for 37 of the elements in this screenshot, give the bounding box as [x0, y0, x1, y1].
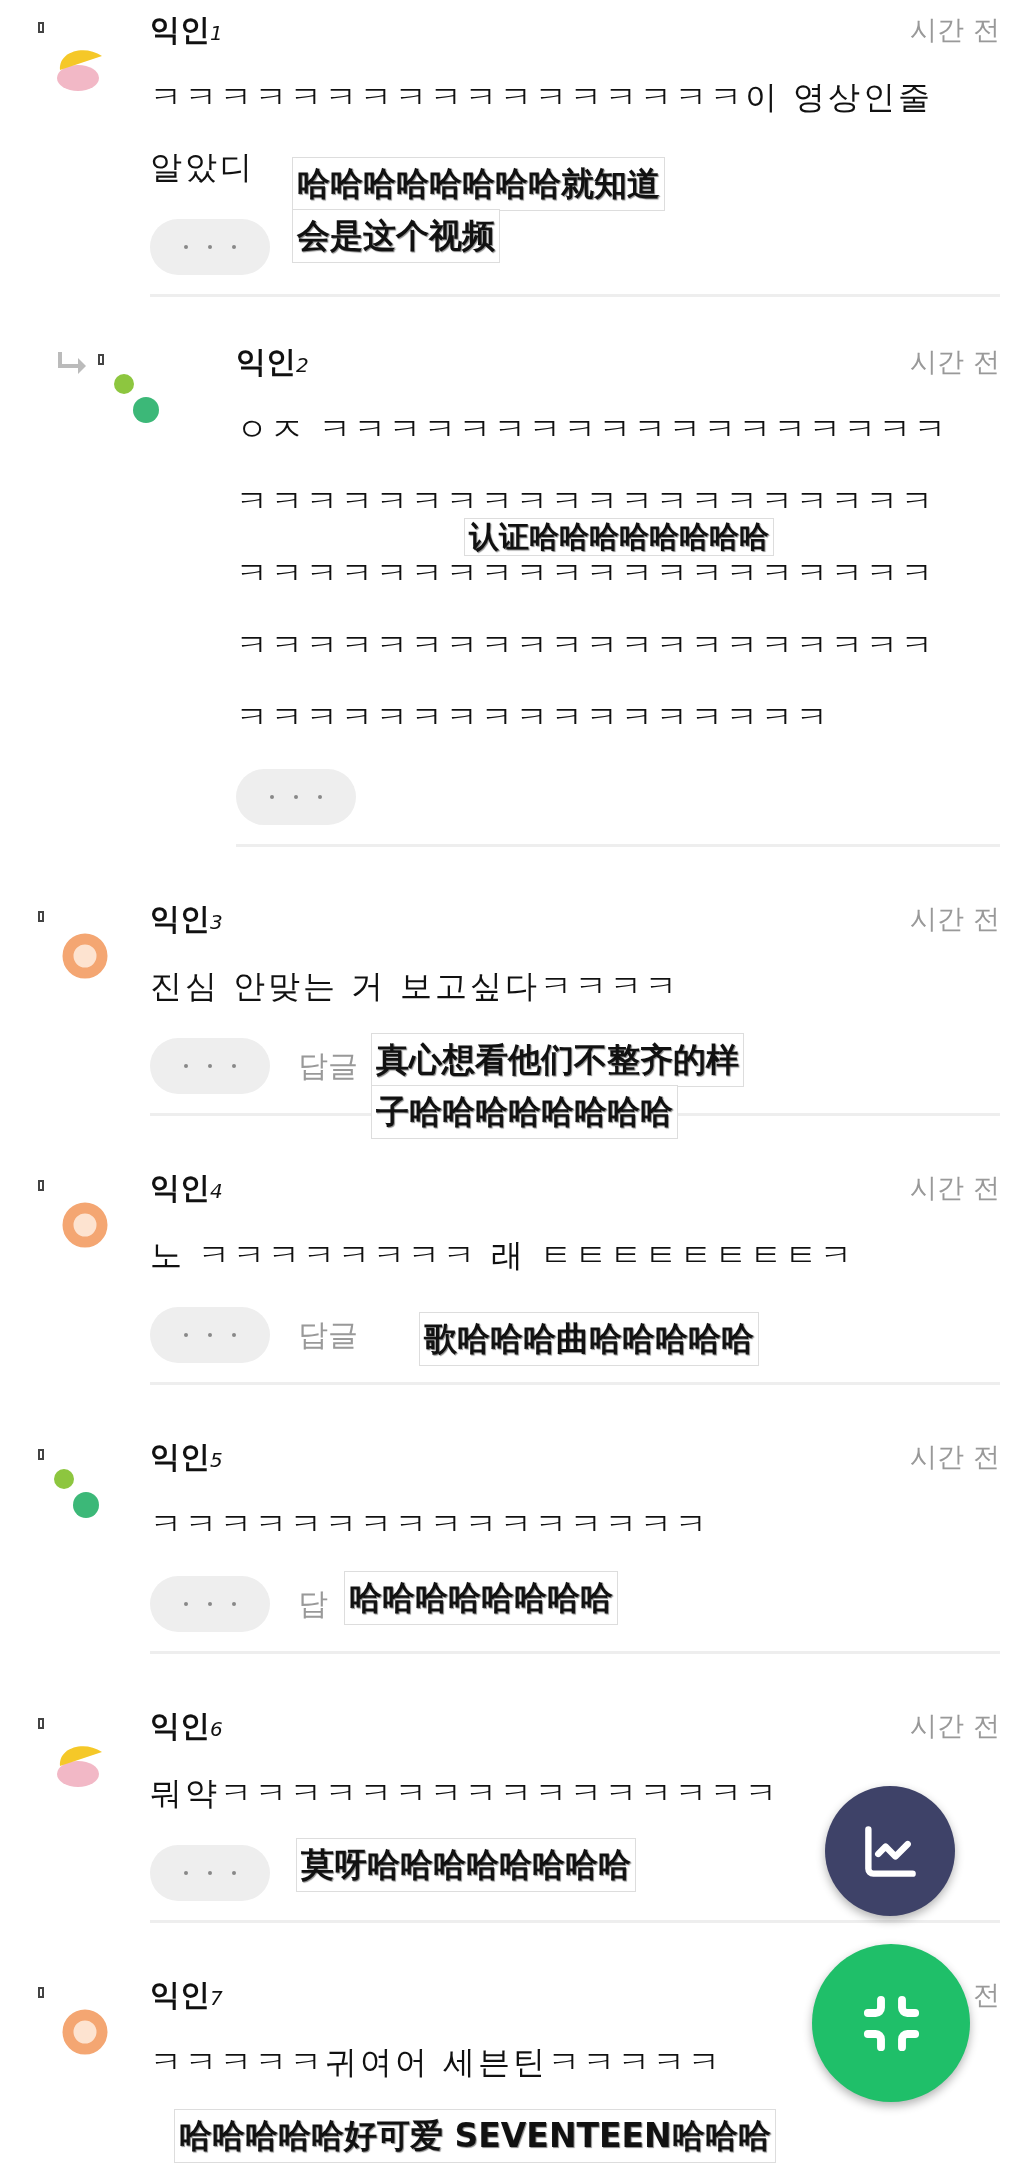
timestamp: 시간 전 — [910, 1440, 1000, 1474]
more-button[interactable] — [236, 769, 356, 825]
comment-text: ㅋㅋㅋㅋㅋㅋㅋㅋㅋㅋㅋㅋㅋㅋㅋㅋㅋㅋㅋㅋ — [236, 555, 936, 591]
comment-text: ㅋㅋㅋㅋㅋ귀여어 세븐틴ㅋㅋㅋㅋㅋ — [150, 2044, 724, 2080]
timestamp: 시간 전 — [910, 902, 1000, 936]
comment-text: ㅋㅋㅋㅋㅋㅋㅋㅋㅋㅋㅋㅋㅋㅋㅋㅋㅋㅋㅋㅋ — [236, 483, 936, 519]
reply-link[interactable]: 답글 — [298, 1314, 358, 1356]
more-button[interactable] — [150, 1307, 270, 1363]
timestamp: 시간 전 — [910, 1171, 1000, 1205]
comment-text: ㅋㅋㅋㅋㅋㅋㅋㅋㅋㅋㅋㅋㅋㅋㅋㅋㅋ — [236, 699, 831, 735]
more-button[interactable] — [150, 1576, 270, 1632]
comment-text: 뭐약ㅋㅋㅋㅋㅋㅋㅋㅋㅋㅋㅋㅋㅋㅋㅋㅋ — [150, 1775, 780, 1811]
more-button[interactable] — [150, 219, 270, 275]
marker-icon — [38, 1449, 44, 1460]
marker-icon — [38, 1987, 44, 1998]
marker-icon — [38, 911, 44, 922]
more-button[interactable] — [150, 1845, 270, 1901]
comment-text: 노 ㅋㅋㅋㅋㅋㅋㅋㅋ 래 ㅌㅌㅌㅌㅌㅌㅌㅌㅋ — [150, 1237, 855, 1273]
comment-text: 알았디 — [150, 149, 255, 185]
reply-link[interactable]: 답글 — [298, 1045, 358, 1087]
marker-icon — [38, 22, 44, 33]
reply-arrow-icon — [58, 350, 88, 376]
comment-text: ㅇㅈ ㅋㅋㅋㅋㅋㅋㅋㅋㅋㅋㅋㅋㅋㅋㅋㅋㅋㅋ — [236, 411, 950, 447]
marker-icon — [98, 354, 104, 365]
comment-text: 진심 안맞는 거 보고싶다ㅋㅋㅋㅋ — [150, 968, 680, 1004]
chart-button[interactable] — [825, 1786, 955, 1916]
marker-icon — [38, 1180, 44, 1191]
marker-icon — [38, 1718, 44, 1729]
timestamp: 시간 전 — [910, 345, 1000, 379]
reply-link[interactable]: 답 — [298, 1583, 328, 1625]
comment-text: ㅋㅋㅋㅋㅋㅋㅋㅋㅋㅋㅋㅋㅋㅋㅋㅋㅋ이 영상인줄 — [150, 79, 934, 115]
timestamp: 시간 전 — [910, 1709, 1000, 1743]
more-button[interactable] — [150, 1038, 270, 1094]
comment-text: ㅋㅋㅋㅋㅋㅋㅋㅋㅋㅋㅋㅋㅋㅋㅋㅋㅋㅋㅋㅋ — [236, 627, 936, 663]
timestamp: 시간 전 — [910, 13, 1000, 47]
comment-text: ㅋㅋㅋㅋㅋㅋㅋㅋㅋㅋㅋㅋㅋㅋㅋㅋ — [150, 1506, 710, 1542]
timestamp: 전 — [973, 1978, 1000, 2012]
